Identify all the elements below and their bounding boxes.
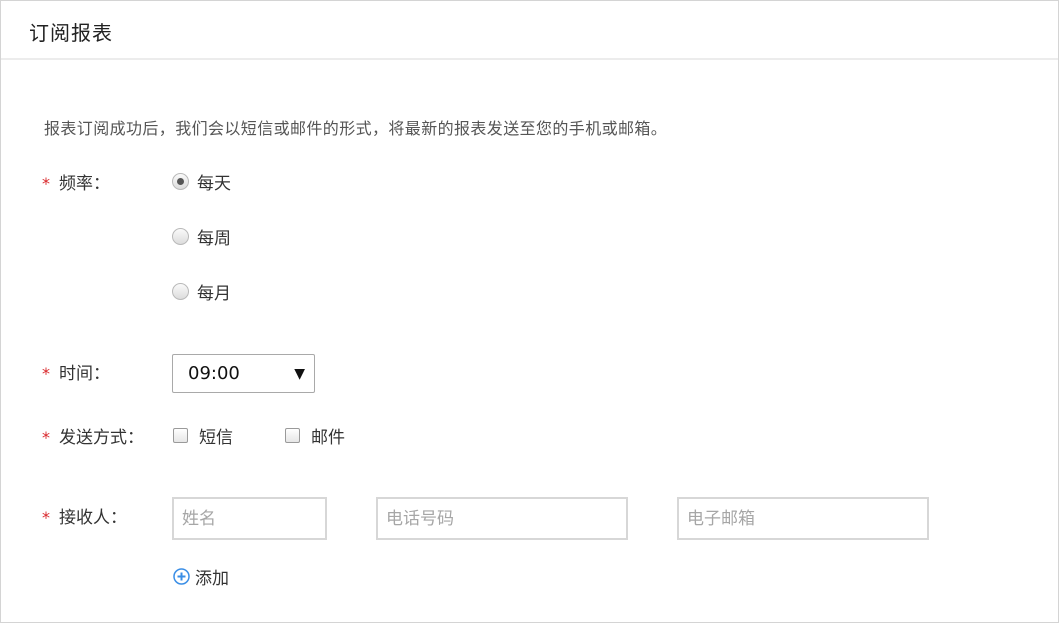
- intro-text: 报表订阅成功后，我们会以短信或邮件的形式，将最新的报表发送至您的手机或邮箱。: [44, 119, 668, 138]
- subscribe-report-panel: 订阅报表 报表订阅成功后，我们会以短信或邮件的形式，将最新的报表发送至您的手机或…: [0, 0, 1059, 623]
- send-method-option-label: 短信: [199, 428, 233, 448]
- time-select[interactable]: 09:00 ▼: [172, 354, 315, 393]
- panel-header: 订阅报表: [1, 1, 1058, 60]
- recipient-email-input[interactable]: [677, 497, 929, 540]
- frequency-label: 频率：: [59, 174, 110, 194]
- checkbox-unchecked-icon[interactable]: [285, 428, 300, 443]
- radio-unchecked-icon[interactable]: [172, 228, 189, 245]
- caret-down-icon: ▼: [294, 365, 305, 382]
- frequency-label-row: * 频率：: [42, 169, 110, 194]
- time-label: 时间：: [59, 364, 110, 384]
- radio-checked-icon[interactable]: [172, 173, 189, 190]
- send-method-sms[interactable]: 短信: [173, 423, 233, 448]
- time-select-value: 09:00: [188, 363, 240, 384]
- add-recipient-label: 添加: [195, 569, 229, 589]
- recipient-label-row: * 接收人：: [42, 503, 127, 528]
- checkbox-unchecked-icon[interactable]: [173, 428, 188, 443]
- required-asterisk: *: [42, 174, 50, 193]
- frequency-option-label: 每周: [197, 229, 231, 249]
- required-asterisk: *: [42, 508, 50, 527]
- send-method-option-label: 邮件: [311, 428, 345, 448]
- frequency-option-label: 每天: [197, 174, 231, 194]
- recipient-name-input[interactable]: [172, 497, 327, 540]
- radio-unchecked-icon[interactable]: [172, 283, 189, 300]
- recipient-phone-input[interactable]: [376, 497, 628, 540]
- page-title: 订阅报表: [29, 21, 113, 45]
- send-method-label-row: * 发送方式：: [42, 423, 144, 448]
- send-method-label: 发送方式：: [59, 428, 144, 448]
- frequency-option-daily[interactable]: 每天: [172, 169, 231, 194]
- required-asterisk: *: [42, 428, 50, 447]
- recipient-label: 接收人：: [59, 508, 127, 528]
- frequency-option-monthly[interactable]: 每月: [172, 279, 231, 304]
- frequency-option-weekly[interactable]: 每周: [172, 224, 231, 249]
- time-label-row: * 时间：: [42, 359, 110, 384]
- plus-circle-icon: [173, 568, 190, 585]
- send-method-email[interactable]: 邮件: [285, 423, 345, 448]
- frequency-option-label: 每月: [197, 284, 231, 304]
- required-asterisk: *: [42, 364, 50, 383]
- add-recipient-button[interactable]: 添加: [173, 564, 229, 589]
